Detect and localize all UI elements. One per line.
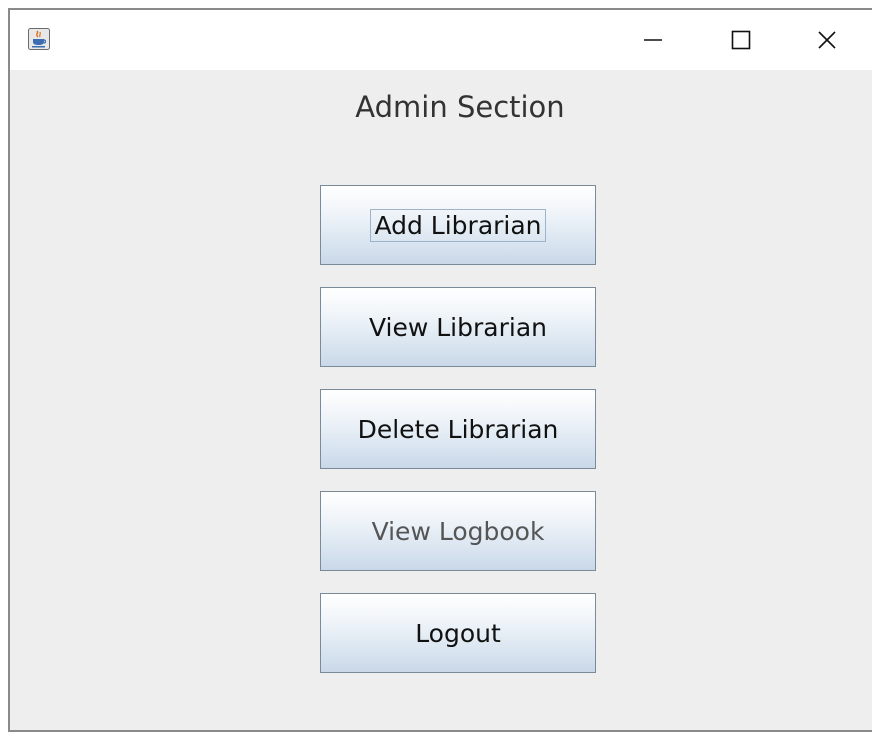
view-logbook-button[interactable]: View Logbook bbox=[320, 491, 596, 571]
delete-librarian-label: Delete Librarian bbox=[357, 414, 559, 444]
delete-librarian-button[interactable]: Delete Librarian bbox=[320, 389, 596, 469]
close-button[interactable] bbox=[804, 10, 850, 70]
view-librarian-label: View Librarian bbox=[368, 312, 547, 342]
maximize-button[interactable] bbox=[718, 10, 764, 70]
logout-label: Logout bbox=[415, 618, 501, 648]
java-coffee-cup-icon[interactable] bbox=[28, 28, 50, 50]
add-librarian-label: Add Librarian bbox=[370, 208, 546, 242]
title-bar[interactable] bbox=[10, 10, 872, 70]
view-librarian-button[interactable]: View Librarian bbox=[320, 287, 596, 367]
page-title: Admin Section bbox=[355, 90, 565, 124]
app-window: Admin Section Add Librarian View Librari… bbox=[8, 8, 872, 732]
view-logbook-label: View Logbook bbox=[371, 516, 545, 546]
minimize-icon bbox=[644, 39, 662, 41]
add-librarian-button[interactable]: Add Librarian bbox=[320, 185, 596, 265]
close-icon bbox=[818, 31, 836, 49]
minimize-button[interactable] bbox=[630, 10, 676, 70]
maximize-icon bbox=[731, 30, 751, 50]
logout-button[interactable]: Logout bbox=[320, 593, 596, 673]
